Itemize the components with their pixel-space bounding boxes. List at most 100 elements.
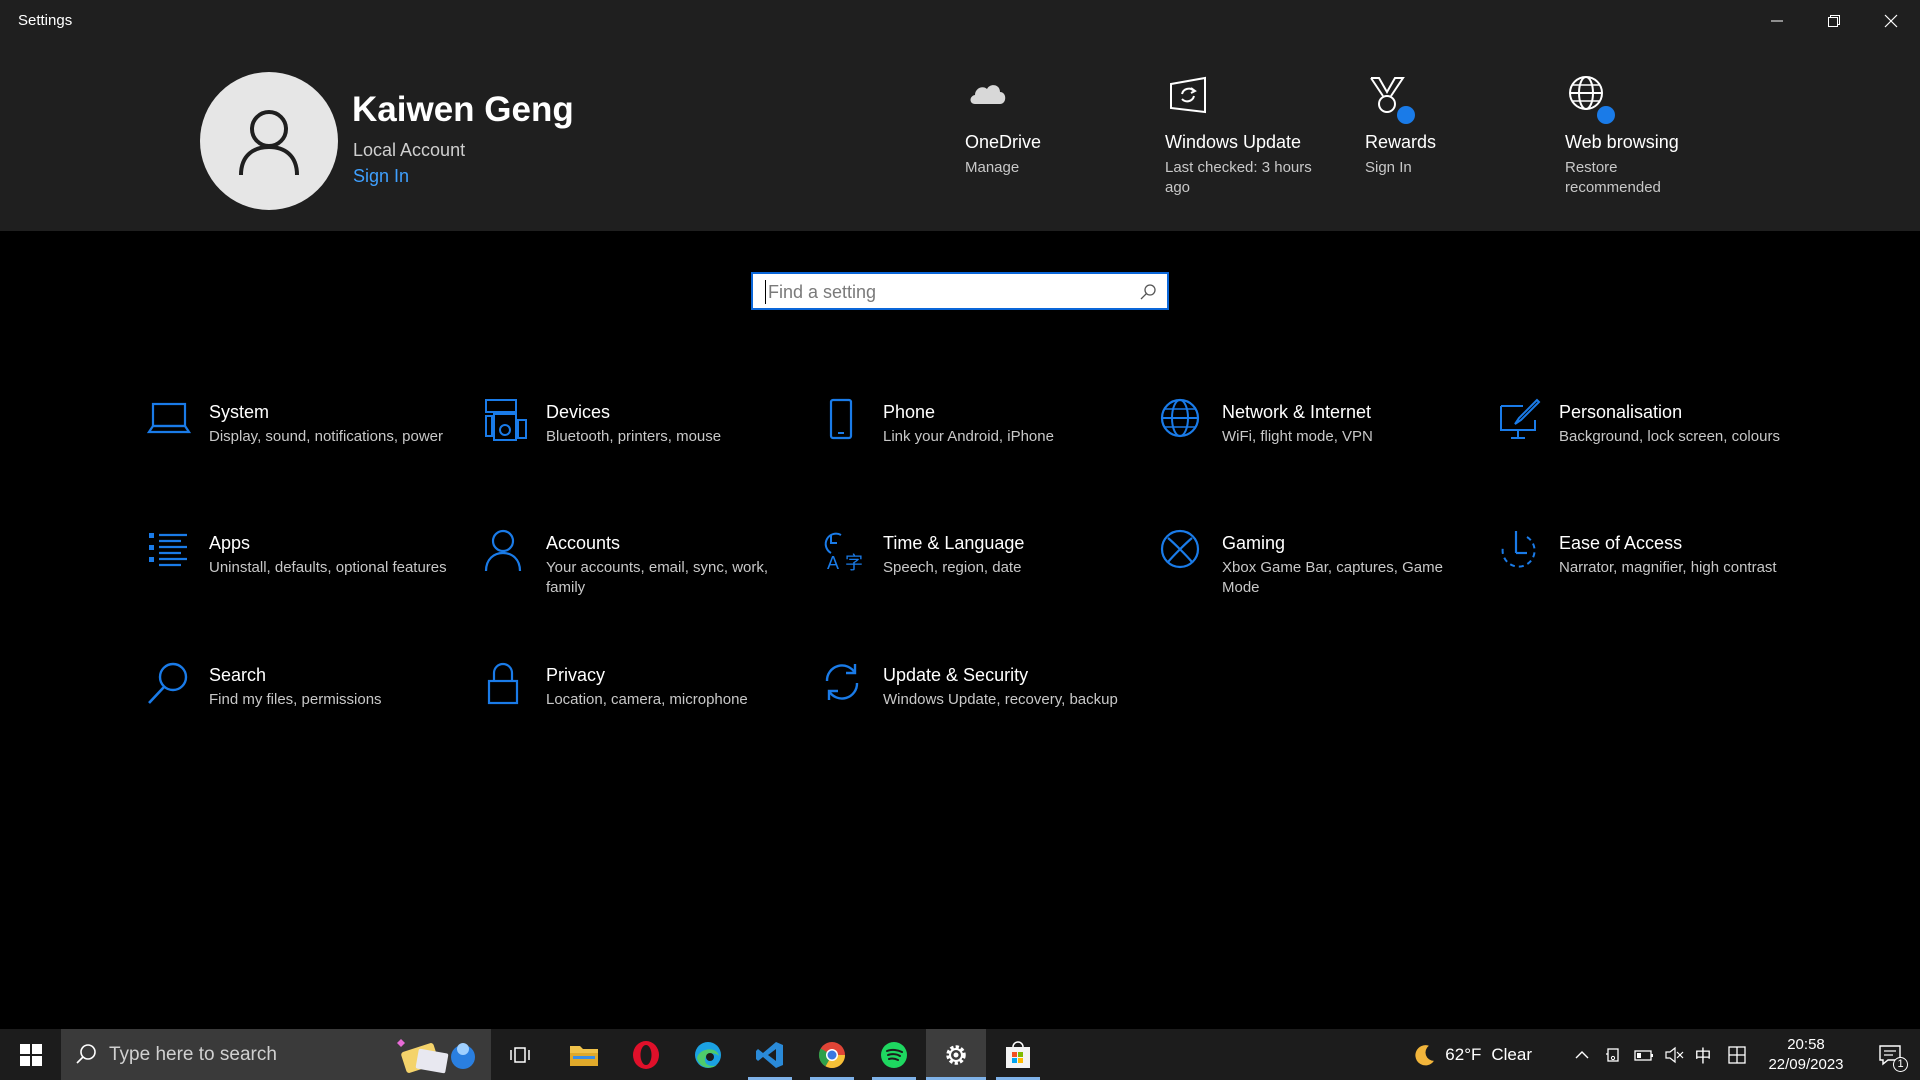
- notification-badge: [1397, 106, 1415, 124]
- task-view-button[interactable]: [500, 1029, 540, 1080]
- category-ease-of-access[interactable]: Ease of Access Narrator, magnifier, high…: [1497, 529, 1807, 619]
- taskbar-settings[interactable]: [926, 1029, 986, 1080]
- ime-mode-button[interactable]: [1724, 1029, 1750, 1080]
- ime-grid-icon: [1728, 1045, 1746, 1064]
- taskbar-spotify[interactable]: [868, 1029, 920, 1080]
- quick-link-title: Web browsing: [1565, 132, 1679, 152]
- search-icon[interactable]: [1139, 283, 1157, 301]
- meet-now-button[interactable]: [1602, 1029, 1626, 1080]
- quick-link-windows-update[interactable]: Windows Update Last checked: 3 hours ago: [1165, 72, 1355, 198]
- category-label: Apps: [209, 533, 251, 553]
- category-label: Ease of Access: [1559, 533, 1683, 553]
- search-highlight-icon: [397, 1039, 475, 1074]
- show-hidden-icons-button[interactable]: [1570, 1029, 1594, 1080]
- category-system[interactable]: System Display, sound, notifications, po…: [147, 398, 457, 488]
- search-icon: [76, 1044, 96, 1064]
- ime-indicator: 中: [1694, 1047, 1712, 1067]
- taskbar-search-box[interactable]: Type here to search: [61, 1029, 491, 1080]
- settings-window: Settings Kaiwen Geng Local Account Sign …: [0, 0, 1920, 1029]
- category-apps[interactable]: Apps Uninstall, defaults, optional featu…: [147, 529, 457, 619]
- edge-icon: [695, 1041, 721, 1068]
- quick-link-subtitle: Manage: [965, 159, 1020, 176]
- notification-count: 1: [1893, 1057, 1908, 1072]
- category-description: Location, camera, microphone: [546, 691, 748, 708]
- clock-date: 22/09/2023: [1768, 1055, 1844, 1073]
- taskbar-chrome[interactable]: [806, 1029, 858, 1080]
- weather-condition: Clear: [1491, 1044, 1532, 1064]
- close-icon: [1884, 14, 1897, 28]
- quick-link-onedrive[interactable]: OneDrive Manage: [965, 72, 1155, 178]
- category-label: Privacy: [546, 665, 606, 685]
- weather-temp: 62°F: [1445, 1044, 1482, 1064]
- weather-widget[interactable]: 62°F Clear: [1412, 1029, 1532, 1080]
- user-name: Kaiwen Geng: [352, 90, 574, 129]
- category-accounts[interactable]: Accounts Your accounts, email, sync, wor…: [484, 529, 794, 619]
- start-button[interactable]: [0, 1029, 61, 1080]
- account-header: Kaiwen Geng Local Account Sign In OneDri…: [0, 42, 1920, 231]
- taskbar-file-explorer[interactable]: [558, 1029, 610, 1080]
- quick-link-web-browsing[interactable]: Web browsing Restore recommended: [1565, 72, 1755, 198]
- sync-icon: [825, 664, 859, 700]
- taskbar-search-placeholder: Type here to search: [109, 1044, 277, 1065]
- volume-muted-icon: [1665, 1046, 1684, 1063]
- windows-update-icon: [1165, 72, 1211, 118]
- category-search[interactable]: Search Find my files, permissions: [147, 661, 457, 751]
- store-icon: [1006, 1040, 1030, 1068]
- chevron-up-icon: [1575, 1050, 1589, 1058]
- close-button[interactable]: [1862, 0, 1919, 42]
- category-time-language[interactable]: A字 Time & Language Speech, region, date: [821, 529, 1131, 619]
- battery-icon: [1634, 1049, 1653, 1061]
- restore-icon: [1827, 15, 1840, 27]
- laptop-icon: [147, 402, 191, 434]
- clock[interactable]: 20:58 22/09/2023: [1756, 1029, 1856, 1080]
- vscode-icon: [756, 1041, 783, 1068]
- settings-icon: [946, 1044, 966, 1065]
- clock-time: 20:58: [1787, 1035, 1825, 1053]
- restore-button[interactable]: [1805, 0, 1862, 42]
- search-input[interactable]: [765, 280, 1125, 304]
- category-gaming[interactable]: Gaming Xbox Game Bar, captures, Game Mod…: [1160, 529, 1470, 619]
- taskbar-vscode[interactable]: [744, 1029, 796, 1080]
- category-personalisation[interactable]: Personalisation Background, lock screen,…: [1497, 398, 1807, 488]
- paintbrush-icon: [1500, 398, 1541, 439]
- minimize-button[interactable]: [1748, 0, 1805, 42]
- person-icon: [484, 529, 522, 572]
- action-center-button[interactable]: 1: [1864, 1029, 1916, 1080]
- moon-icon: [1415, 1044, 1434, 1065]
- battery-button[interactable]: [1632, 1029, 1656, 1080]
- category-label: Phone: [883, 402, 936, 422]
- category-network-internet[interactable]: Network & Internet WiFi, flight mode, VP…: [1160, 398, 1470, 488]
- category-phone[interactable]: Phone Link your Android, iPhone: [821, 398, 1131, 488]
- find-setting-search[interactable]: [751, 272, 1169, 310]
- category-description: Bluetooth, printers, mouse: [546, 428, 722, 445]
- window-title: Settings: [18, 12, 73, 29]
- taskbar-opera[interactable]: [620, 1029, 672, 1080]
- category-devices[interactable]: Devices Bluetooth, printers, mouse: [484, 398, 794, 488]
- category-privacy[interactable]: Privacy Location, camera, microphone: [484, 661, 794, 751]
- rewards-medal-icon: [1365, 72, 1415, 124]
- category-description: Speech, region, date: [883, 559, 1022, 576]
- lock-icon: [487, 662, 519, 705]
- title-bar: Settings: [0, 0, 1920, 42]
- category-label: System: [209, 402, 270, 422]
- minimize-icon: [1770, 20, 1783, 22]
- quick-link-rewards[interactable]: Rewards Sign In: [1365, 72, 1555, 178]
- xbox-icon: [1160, 529, 1200, 569]
- category-update-security[interactable]: Update & Security Windows Update, recove…: [821, 661, 1131, 751]
- sign-in-link[interactable]: Sign In: [353, 166, 409, 187]
- quick-link-title: OneDrive: [965, 132, 1042, 152]
- quick-link-title: Rewards: [1365, 132, 1437, 152]
- taskbar-store[interactable]: [992, 1029, 1044, 1080]
- file-explorer-icon: [570, 1045, 598, 1066]
- input-method-button[interactable]: 中: [1690, 1029, 1716, 1080]
- svg-text:A: A: [827, 553, 839, 573]
- svg-text:字: 字: [845, 553, 863, 573]
- category-label: Time & Language: [883, 533, 1025, 553]
- taskbar-edge[interactable]: [682, 1029, 734, 1080]
- avatar[interactable]: [200, 72, 338, 210]
- volume-button[interactable]: [1662, 1029, 1686, 1080]
- category-description: Uninstall, defaults, optional features: [209, 559, 447, 576]
- category-label: Devices: [546, 402, 611, 422]
- spotify-icon: [881, 1041, 907, 1068]
- category-description: Display, sound, notifications, power: [209, 428, 444, 445]
